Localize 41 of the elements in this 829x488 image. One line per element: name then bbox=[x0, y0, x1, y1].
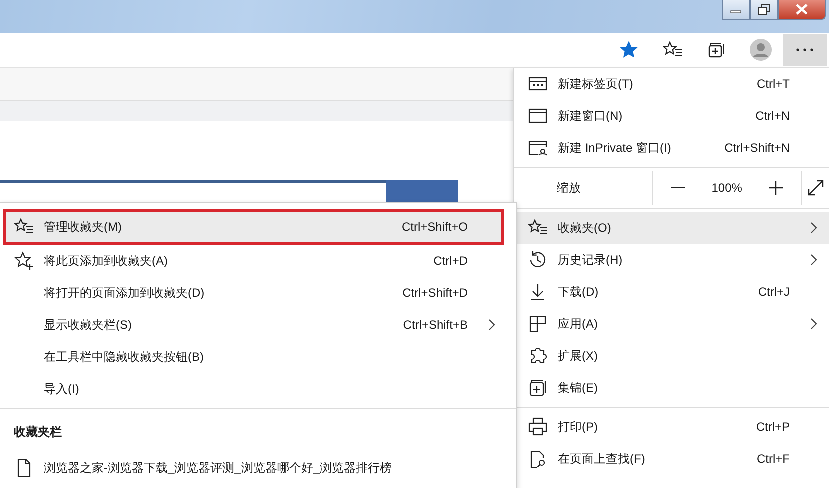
window-icon bbox=[528, 106, 548, 126]
menu-item[interactable]: 将打开的页面添加到收藏夹(D) Ctrl+Shift+D bbox=[0, 277, 516, 309]
more-icon bbox=[796, 48, 814, 52]
section-heading: 收藏夹栏 bbox=[13, 424, 63, 440]
plus-icon bbox=[769, 181, 784, 195]
zoom-label: 缩放 bbox=[556, 180, 582, 196]
menu-item[interactable]: 新建标签页(T) Ctrl+T bbox=[514, 68, 829, 100]
zoom-level: 100% bbox=[712, 181, 742, 195]
menu-item[interactable]: 集锦(E) bbox=[514, 372, 829, 404]
private-window-icon bbox=[528, 138, 548, 158]
chevron-right-icon bbox=[810, 254, 818, 266]
minus-icon bbox=[670, 187, 685, 189]
chevron-right-icon bbox=[810, 222, 818, 234]
restore-button[interactable] bbox=[750, 0, 778, 20]
bookmark-item[interactable]: 浏览器之家-浏览器下载_浏览器评测_浏览器哪个好_浏览器排行榜 bbox=[0, 452, 516, 484]
menu-item[interactable]: 管理收藏夹(M) Ctrl+Shift+O bbox=[3, 209, 504, 245]
menu-item[interactable]: 新建窗口(N) Ctrl+N bbox=[514, 100, 829, 132]
chevron-right-icon bbox=[488, 319, 496, 331]
collections-icon bbox=[528, 378, 548, 398]
menu-item[interactable]: 将此页添加到收藏夹(A) Ctrl+D bbox=[0, 245, 516, 277]
menu-item[interactable]: 打印(P) Ctrl+P bbox=[514, 411, 829, 443]
menu-item[interactable]: 在工具栏中隐藏收藏夹按钮(B) bbox=[0, 341, 516, 373]
menu-item[interactable]: 应用(A) bbox=[514, 308, 829, 340]
menu-item[interactable]: 新建 InPrivate 窗口(I) Ctrl+Shift+N bbox=[514, 132, 829, 164]
close-button[interactable] bbox=[778, 0, 826, 20]
apps-icon bbox=[528, 314, 548, 334]
printer-icon bbox=[528, 417, 548, 437]
menu-item[interactable]: 导入(I) bbox=[0, 373, 516, 405]
menu-item[interactable]: 在页面上查找(F) Ctrl+F bbox=[514, 443, 829, 475]
history-icon bbox=[528, 250, 548, 270]
close-icon bbox=[795, 4, 809, 15]
chevron-right-icon bbox=[810, 318, 818, 330]
find-icon bbox=[528, 449, 548, 469]
menu-item[interactable]: 显示收藏夹栏(S) Ctrl+Shift+B bbox=[0, 309, 516, 341]
menu-item[interactable]: 收藏夹(O) bbox=[514, 212, 829, 244]
menu-item[interactable]: 扩展(X) bbox=[514, 340, 829, 372]
fullscreen-icon bbox=[808, 180, 824, 196]
menu-item[interactable]: 下载(D) Ctrl+J bbox=[514, 276, 829, 308]
star-plus-icon bbox=[14, 251, 34, 271]
menu-item[interactable]: 历史记录(H) bbox=[514, 244, 829, 276]
restore-icon bbox=[758, 4, 770, 15]
